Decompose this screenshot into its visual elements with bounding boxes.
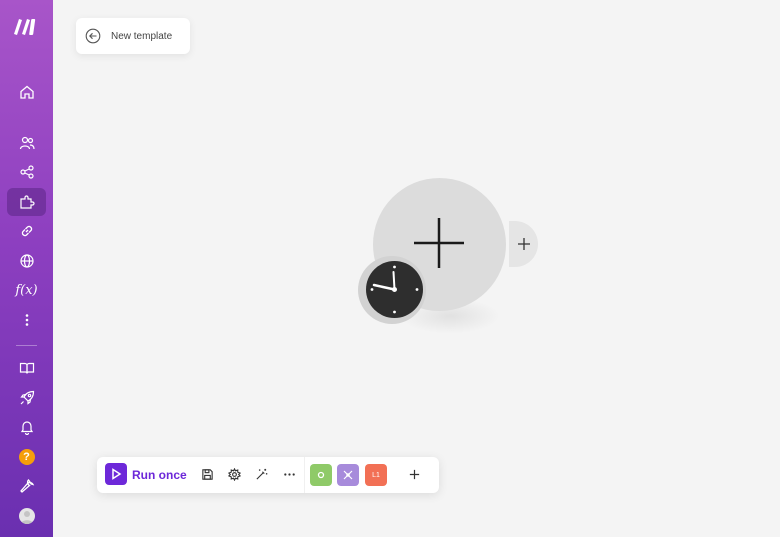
sidebar-divider <box>16 345 37 346</box>
puzzle-icon <box>19 195 35 209</box>
rocket-icon <box>19 390 34 405</box>
sidebar-item-connections[interactable] <box>7 217 46 245</box>
sidebar-item-settings[interactable] <box>7 472 46 500</box>
plus-icon <box>518 238 530 250</box>
save-button[interactable] <box>198 465 216 483</box>
plus-icon <box>409 469 419 479</box>
users-icon <box>19 136 35 150</box>
sidebar-item-team[interactable] <box>7 129 46 157</box>
link-icon <box>21 225 32 237</box>
back-to-templates-button[interactable]: New template <box>76 18 190 54</box>
sidebar-item-functions[interactable]: f(x) <box>7 276 46 304</box>
wrench-icon <box>19 478 34 493</box>
sidebar-item-home[interactable] <box>7 78 46 106</box>
function-icon: f(x) <box>15 282 38 298</box>
sidebar-item-notifications[interactable] <box>7 413 46 441</box>
add-tool-button[interactable] <box>405 465 423 483</box>
sidebar-item-more[interactable] <box>7 306 46 334</box>
flow-control-icon <box>343 470 353 480</box>
text-parser-icon: L1 <box>372 471 380 479</box>
schedule-clock-button[interactable] <box>366 261 423 318</box>
toolbar-divider <box>304 457 305 493</box>
clock-icon <box>370 265 419 314</box>
home-icon <box>19 85 34 99</box>
scenario-toolbar: Run once L1 <box>97 457 439 493</box>
help-icon: ? <box>18 449 35 465</box>
arrow-left-circle-icon <box>85 28 101 44</box>
more-vertical-icon <box>25 314 28 326</box>
bell-icon <box>20 421 33 435</box>
make-logo-icon[interactable] <box>12 14 40 38</box>
flow-control-button[interactable] <box>337 464 359 486</box>
play-icon <box>112 468 122 480</box>
sidebar-item-whats-new[interactable] <box>7 384 46 412</box>
globe-icon <box>19 254 34 268</box>
sidebar-item-profile[interactable] <box>7 502 46 530</box>
text-parser-button[interactable]: L1 <box>365 464 387 486</box>
save-icon <box>201 468 213 480</box>
sidebar: f(x) ? <box>0 0 53 537</box>
sidebar-item-docs[interactable] <box>7 354 46 382</box>
sidebar-item-webhooks[interactable] <box>7 247 46 275</box>
tools-button[interactable] <box>310 464 332 486</box>
gear-icon <box>227 467 241 481</box>
run-once-label[interactable]: Run once <box>132 468 187 482</box>
share-icon <box>19 165 34 179</box>
avatar <box>18 508 35 524</box>
page-title: New template <box>111 30 173 42</box>
sidebar-item-help[interactable]: ? <box>7 443 46 471</box>
avatar-icon <box>20 511 33 524</box>
magic-wand-icon <box>255 468 267 480</box>
run-once-button[interactable] <box>105 463 127 485</box>
gear-icon <box>317 471 325 479</box>
auto-align-button[interactable] <box>252 465 270 483</box>
sidebar-item-scenarios[interactable] <box>7 158 46 186</box>
book-icon <box>19 362 34 374</box>
more-horizontal-icon <box>283 472 295 476</box>
more-options-button[interactable] <box>280 465 298 483</box>
scenario-settings-button[interactable] <box>225 465 243 483</box>
sidebar-item-templates[interactable] <box>7 188 46 216</box>
